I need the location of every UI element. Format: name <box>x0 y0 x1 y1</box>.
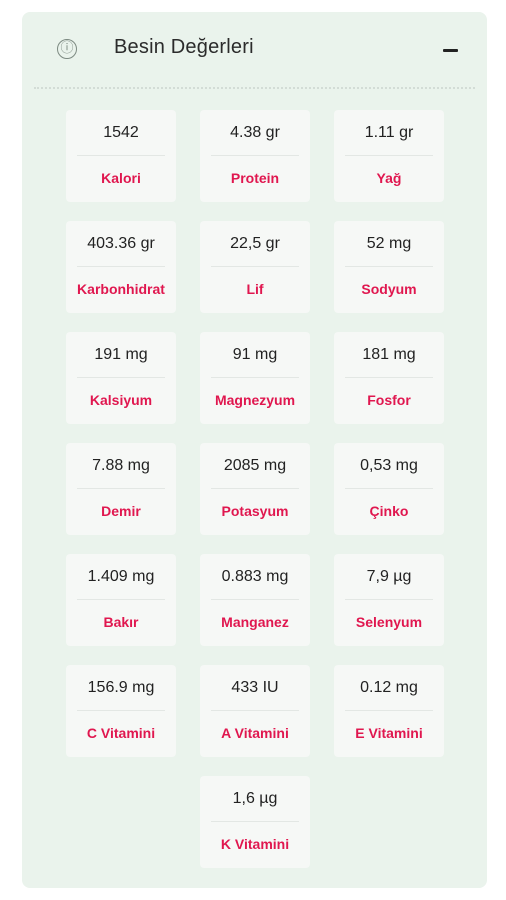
nutrient-value: 52 mg <box>366 235 412 252</box>
nutrient-label: Lif <box>246 281 264 297</box>
nutrient-label: C Vitamini <box>86 725 156 741</box>
nutrient-label: Kalsiyum <box>89 392 153 408</box>
nutrient-card-cinko[interactable]: 0,53 mg Çinko <box>334 443 444 535</box>
nutrient-card-c-vitamini[interactable]: 156.9 mg C Vitamini <box>66 665 176 757</box>
nutrient-value: 22,5 gr <box>230 235 280 252</box>
nutrient-label: Bakır <box>103 614 139 630</box>
card-divider <box>211 821 299 822</box>
card-divider <box>77 377 165 378</box>
info-circle-icon[interactable]: ⓘ <box>57 39 77 59</box>
nutrient-label: A Vitamini <box>221 725 289 741</box>
nutrient-value: 7.88 mg <box>92 457 150 474</box>
nutrient-card-selenyum[interactable]: 7,9 µg Selenyum <box>334 554 444 646</box>
nutrient-value: 0.883 mg <box>221 568 289 585</box>
nutrient-value: 191 mg <box>94 346 148 363</box>
card-divider <box>211 377 299 378</box>
card-divider <box>345 266 433 267</box>
card-divider <box>77 488 165 489</box>
nutrient-label: Manganez <box>221 614 289 630</box>
nutrient-card-e-vitamini[interactable]: 0.12 mg E Vitamini <box>334 665 444 757</box>
card-divider <box>345 377 433 378</box>
nutrient-card-lif[interactable]: 22,5 gr Lif <box>200 221 310 313</box>
nutrient-card-demir[interactable]: 7.88 mg Demir <box>66 443 176 535</box>
nutrient-card-karbonhidrat[interactable]: 403.36 gr Karbonhidrat <box>66 221 176 313</box>
card-divider <box>77 710 165 711</box>
card-divider <box>77 599 165 600</box>
collapse-button[interactable] <box>440 39 462 61</box>
nutrient-card-kalsiyum[interactable]: 191 mg Kalsiyum <box>66 332 176 424</box>
nutrient-value: 1542 <box>103 124 139 141</box>
card-divider <box>345 599 433 600</box>
nutrient-value: 91 mg <box>232 346 278 363</box>
panel-title: Besin Değerleri <box>114 36 254 58</box>
nutrient-label: Potasyum <box>221 503 289 519</box>
nutrient-value: 0,53 mg <box>360 457 418 474</box>
nutrient-grid: 1542 Kalori 4.38 gr Protein 1.11 gr Yağ … <box>66 110 444 868</box>
nutrient-label: E Vitamini <box>355 725 423 741</box>
nutrient-label: Fosfor <box>367 392 411 408</box>
card-divider <box>345 155 433 156</box>
nutrient-label: Karbonhidrat <box>77 281 165 297</box>
nutrient-label: Magnezyum <box>214 392 296 408</box>
nutrient-card-bakir[interactable]: 1.409 mg Bakır <box>66 554 176 646</box>
nutrient-value: 181 mg <box>362 346 416 363</box>
nutrient-value: 0.12 mg <box>360 679 418 696</box>
card-divider <box>211 488 299 489</box>
nutrient-value: 403.36 gr <box>87 235 155 252</box>
nutrient-label: Selenyum <box>355 614 423 630</box>
card-divider <box>345 710 433 711</box>
nutrient-label: K Vitamini <box>220 836 290 852</box>
nutrient-value: 1,6 µg <box>232 790 278 807</box>
nutrient-value: 433 IU <box>231 679 279 696</box>
nutrient-card-kalori[interactable]: 1542 Kalori <box>66 110 176 202</box>
minus-icon <box>443 49 458 52</box>
nutrient-value: 4.38 gr <box>230 124 280 141</box>
nutrient-card-k-vitamini[interactable]: 1,6 µg K Vitamini <box>200 776 310 868</box>
card-divider <box>211 155 299 156</box>
nutrient-card-potasyum[interactable]: 2085 mg Potasyum <box>200 443 310 535</box>
card-divider <box>345 488 433 489</box>
nutrient-label: Sodyum <box>361 281 417 297</box>
nutrient-value: 156.9 mg <box>87 679 155 696</box>
nutrient-value: 1.409 mg <box>87 568 155 585</box>
panel-header[interactable]: ⓘ Besin Değerleri <box>22 12 487 88</box>
nutrient-value: 7,9 µg <box>366 568 412 585</box>
nutrient-card-protein[interactable]: 4.38 gr Protein <box>200 110 310 202</box>
nutrient-card-yag[interactable]: 1.11 gr Yağ <box>334 110 444 202</box>
header-divider <box>34 87 475 89</box>
nutrient-value: 1.11 gr <box>364 124 414 141</box>
nutrient-label: Çinko <box>369 503 409 519</box>
nutrient-label: Yağ <box>376 170 402 186</box>
nutrient-value: 2085 mg <box>223 457 287 474</box>
nutrient-card-magnezyum[interactable]: 91 mg Magnezyum <box>200 332 310 424</box>
nutrient-card-a-vitamini[interactable]: 433 IU A Vitamini <box>200 665 310 757</box>
nutrient-card-fosfor[interactable]: 181 mg Fosfor <box>334 332 444 424</box>
nutrient-card-sodyum[interactable]: 52 mg Sodyum <box>334 221 444 313</box>
card-divider <box>211 266 299 267</box>
card-divider <box>211 599 299 600</box>
card-divider <box>77 155 165 156</box>
nutrient-label: Demir <box>101 503 141 519</box>
card-divider <box>77 266 165 267</box>
nutrient-label: Kalori <box>101 170 141 186</box>
nutrient-card-manganez[interactable]: 0.883 mg Manganez <box>200 554 310 646</box>
nutrient-label: Protein <box>230 170 280 186</box>
card-divider <box>211 710 299 711</box>
nutrition-panel: ⓘ Besin Değerleri 1542 Kalori 4.38 gr Pr… <box>22 12 487 888</box>
